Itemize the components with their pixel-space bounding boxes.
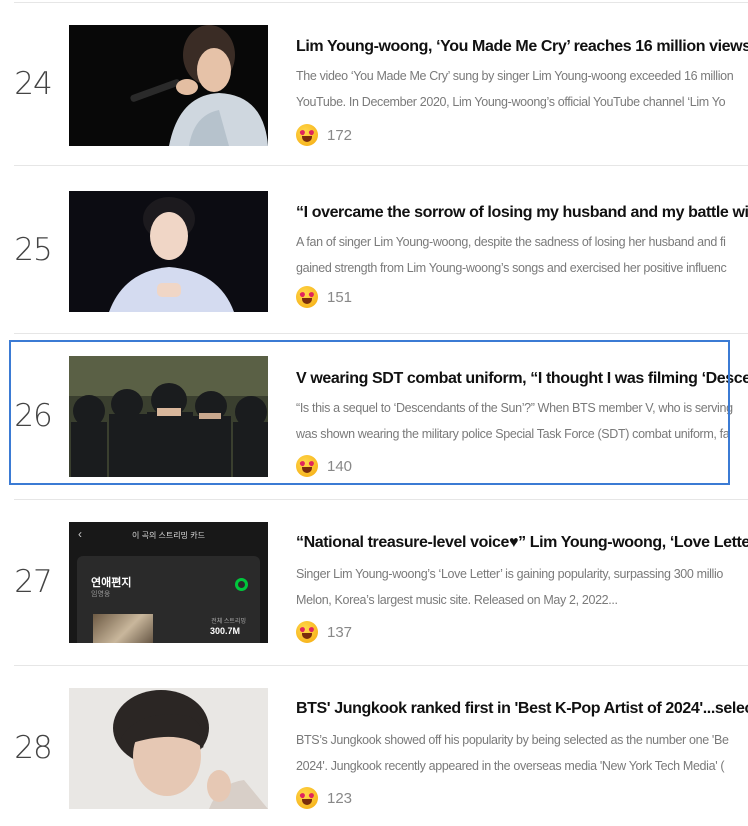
article-thumbnail[interactable] xyxy=(69,191,268,312)
article-title[interactable]: Lim Young-woong, ‘You Made Me Cry’ reach… xyxy=(296,38,748,56)
list-item[interactable]: 24 Lim Young-woong, ‘You Made Me Cry’ re… xyxy=(0,0,748,166)
rank-number: 28 xyxy=(14,730,52,766)
article-title[interactable]: “National treasure-level voice♥” Lim You… xyxy=(296,534,748,552)
article-title[interactable]: “I overcame the sorrow of losing my husb… xyxy=(296,204,748,222)
stat-label: 전체 스트리밍 xyxy=(211,619,246,625)
article-summary-line: The video ‘You Made Me Cry’ sung by sing… xyxy=(296,69,734,83)
list-item[interactable]: 28 BTS' Jungkook ranked first in 'Best K… xyxy=(0,666,748,826)
list-item[interactable]: 27 ‹ 이 곡의 스트리밍 카드 연애편지 임영웅 전체 스트리밍 300.7… xyxy=(0,500,748,666)
heart-eyes-emoji-icon xyxy=(296,124,318,146)
article-summary-line: Melon, Korea’s largest music site. Relea… xyxy=(296,593,618,607)
article-summary-line: “Is this a sequel to ‘Descendants of the… xyxy=(296,401,733,415)
rank-number: 26 xyxy=(14,398,52,434)
reaction-count: 137 xyxy=(327,623,353,641)
heart-eyes-emoji-icon xyxy=(296,621,318,643)
article-thumbnail[interactable] xyxy=(69,25,268,146)
article-title[interactable]: V wearing SDT combat uniform, “I thought… xyxy=(296,370,748,388)
rank-number: 27 xyxy=(14,564,52,600)
reaction[interactable]: 172 xyxy=(296,123,352,147)
article-summary-line: BTS’s Jungkook showed off his popularity… xyxy=(296,733,729,747)
article-summary-line: A fan of singer Lim Young-woong, despite… xyxy=(296,235,726,249)
list-item[interactable]: 26 V wearing SDT combat uniform, “I thou… xyxy=(0,334,748,500)
heart-eyes-emoji-icon xyxy=(296,787,318,809)
reaction[interactable]: 151 xyxy=(296,285,352,309)
reaction-count: 123 xyxy=(327,789,353,807)
row-divider xyxy=(14,165,748,166)
reaction-count: 151 xyxy=(327,288,353,306)
article-thumbnail[interactable] xyxy=(69,688,268,809)
article-summary-line: was shown wearing the military police Sp… xyxy=(296,427,730,441)
artist-name: 임영웅 xyxy=(91,591,111,598)
reaction[interactable]: 140 xyxy=(296,454,352,478)
song-title: 연애편지 xyxy=(91,577,132,589)
article-thumbnail[interactable]: ‹ 이 곡의 스트리밍 카드 연애편지 임영웅 전체 스트리밍 300.7M xyxy=(69,522,268,643)
melon-logo-icon xyxy=(235,578,248,591)
article-thumbnail[interactable] xyxy=(69,356,268,477)
list-item[interactable]: 25 “I overcame the sorrow of losing my h… xyxy=(0,168,748,334)
reaction[interactable]: 123 xyxy=(296,786,352,810)
reaction-count: 172 xyxy=(327,126,353,144)
article-summary-line: Singer Lim Young-woong’s ‘Love Letter’ i… xyxy=(296,567,724,581)
heart-eyes-emoji-icon xyxy=(296,286,318,308)
reaction[interactable]: 137 xyxy=(296,620,352,644)
card-header: 이 곡의 스트리밍 카드 xyxy=(132,531,205,540)
reaction-count: 140 xyxy=(327,457,353,475)
stat-value: 300.7M xyxy=(209,626,240,636)
rank-number: 25 xyxy=(14,232,52,268)
heart-eyes-emoji-icon xyxy=(296,455,318,477)
article-summary-line: gained strength from Lim Young-woong’s s… xyxy=(296,261,727,275)
article-title[interactable]: BTS' Jungkook ranked first in 'Best K-Po… xyxy=(296,700,748,718)
melon-streaming-card: ‹ 이 곡의 스트리밍 카드 연애편지 임영웅 전체 스트리밍 300.7M xyxy=(69,522,268,643)
article-summary-line: 2024'. Jungkook recently appeared in the… xyxy=(296,759,725,773)
article-summary-line: YouTube. In December 2020, Lim Young-woo… xyxy=(296,95,726,109)
rank-number: 24 xyxy=(14,66,52,102)
album-cover xyxy=(93,614,153,643)
